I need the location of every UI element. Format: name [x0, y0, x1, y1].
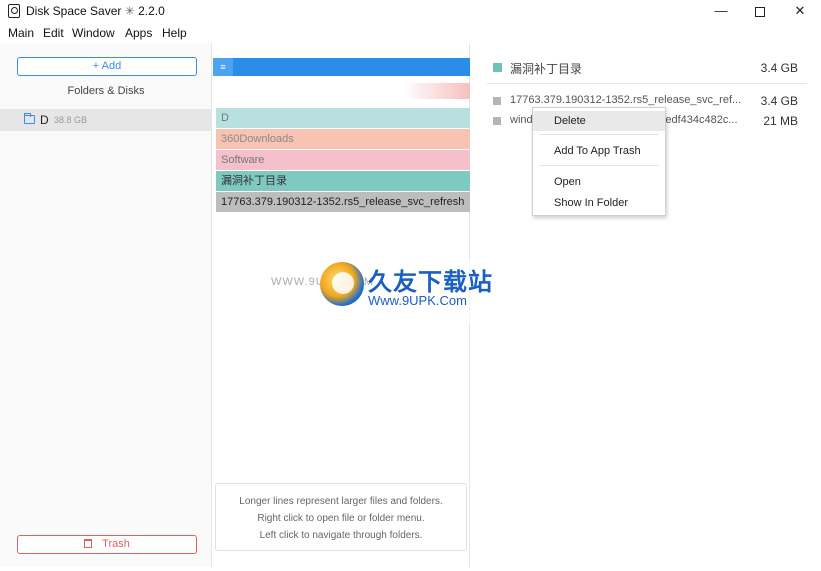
menu-edit[interactable]: Edit: [43, 26, 64, 40]
trash-button[interactable]: Trash: [17, 535, 197, 554]
divider: [487, 83, 807, 84]
disk-app-icon: [8, 4, 20, 18]
menu-item-open[interactable]: Open: [533, 172, 665, 192]
menu-main[interactable]: Main: [8, 26, 34, 40]
trash-icon: [84, 539, 93, 548]
version-symbol: ✳: [124, 4, 135, 18]
menu-item-delete[interactable]: Delete: [533, 111, 665, 131]
minimize-button[interactable]: —: [701, 0, 741, 22]
hint-line: Right click to open file or folder menu.: [257, 513, 425, 524]
maximize-icon: [755, 6, 765, 17]
level-bar-release-folder[interactable]: 17763.379.190312-1352.rs5_release_svc_re…: [216, 192, 470, 212]
menu-window[interactable]: Window: [72, 26, 115, 40]
app-name: Disk Space Saver: [26, 4, 122, 18]
watermark-url: Www.9UPK.Com: [368, 293, 467, 308]
menu-item-show-in-folder[interactable]: Show In Folder: [533, 193, 665, 213]
app-version: 2.2.0: [138, 4, 165, 18]
breadcrumb-menu-icon[interactable]: ≡: [213, 58, 233, 76]
title-bar: Disk Space Saver ✳ 2.2.0 — ✕: [0, 0, 821, 22]
maximize-button[interactable]: [740, 0, 780, 22]
current-folder-size: 3.4 GB: [760, 61, 798, 75]
level-bar-software[interactable]: Software: [216, 150, 470, 170]
window-title: Disk Space Saver ✳ 2.2.0: [26, 4, 165, 18]
watermark-title: 久友下载站: [368, 268, 493, 296]
item-color-swatch: [493, 97, 501, 105]
menu-item-add-to-app-trash[interactable]: Add To App Trash: [533, 141, 665, 161]
hint-box: Longer lines represent larger files and …: [215, 483, 467, 551]
folders-disks-label: Folders & Disks: [67, 85, 145, 97]
current-folder-name: 漏洞补丁目录: [510, 62, 583, 76]
context-menu: Delete Add To App Trash Open Show In Fol…: [532, 107, 666, 216]
level-bar-360downloads[interactable]: 360Downloads: [216, 129, 470, 149]
menu-help[interactable]: Help: [162, 26, 187, 40]
disk-size: 38.8 GB: [54, 115, 88, 125]
hint-line: Longer lines represent larger files and …: [239, 496, 443, 507]
menu-apps[interactable]: Apps: [125, 26, 152, 40]
sidebar: + Add Folders & Disks D 38.8 GB Trash: [0, 43, 212, 567]
hint-line: Left click to navigate through folders.: [259, 530, 423, 541]
folder-icon: [24, 113, 35, 124]
item-color-swatch: [493, 117, 501, 125]
menu-separator: [539, 165, 659, 166]
menu-bar: Main Edit Window Apps Help: [0, 24, 821, 42]
item-name: 17763.379.190312-1352.rs5_release_svc_re…: [510, 94, 742, 106]
folder-color-swatch: [493, 63, 502, 72]
item-size: 3.4 GB: [760, 94, 798, 108]
breadcrumb[interactable]: ≡: [213, 58, 470, 76]
sidebar-item-disk-d[interactable]: D 38.8 GB: [0, 109, 212, 131]
watermark: WWW.9UPK.COM 久友下载站 Www.9UPK.Com: [271, 260, 526, 324]
menu-separator: [539, 134, 659, 135]
disk-name: D: [40, 113, 49, 127]
trash-label: Trash: [102, 538, 130, 550]
watermark-logo-icon: [320, 262, 364, 306]
level-bar-d[interactable]: D: [216, 108, 470, 128]
item-size: 21 MB: [763, 114, 798, 128]
close-button[interactable]: ✕: [780, 0, 820, 22]
level-bar-patch-folder[interactable]: 漏洞补丁目录: [216, 171, 470, 191]
add-button[interactable]: + Add: [17, 57, 197, 76]
size-bar-decoration: [403, 83, 470, 99]
